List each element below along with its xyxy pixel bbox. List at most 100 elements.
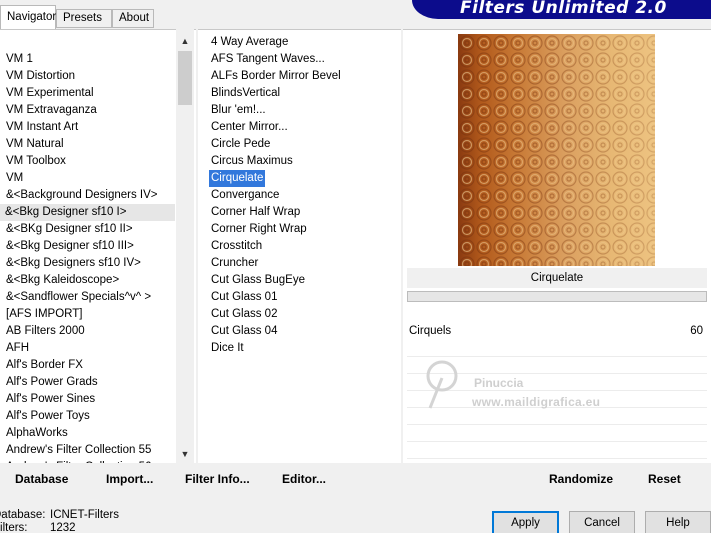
tab-about[interactable]: About	[112, 9, 154, 28]
category-item[interactable]: VM Instant Art	[6, 119, 78, 136]
pattern-ring	[563, 122, 575, 134]
filter-item[interactable]: Cut Glass 04	[209, 323, 279, 340]
pattern-ring	[532, 57, 538, 63]
filter-item[interactable]: Dice It	[209, 340, 246, 357]
category-item[interactable]: Alf's Border FX	[6, 357, 83, 374]
pattern-ring	[478, 173, 490, 185]
pattern-ring	[614, 258, 626, 266]
help-button[interactable]: Help	[645, 511, 711, 533]
filter-item[interactable]: ALFs Border Mirror Bevel	[209, 68, 343, 85]
pattern-ring	[583, 57, 589, 63]
category-item[interactable]: Alf's Power Toys	[6, 408, 90, 425]
pattern-ring	[600, 40, 606, 46]
filter-item[interactable]: Center Mirror...	[209, 119, 290, 136]
pattern-ring	[617, 261, 623, 266]
filter-item[interactable]: 4 Way Average	[209, 34, 290, 51]
pattern-ring	[631, 88, 643, 100]
filter-item[interactable]: Circus Maximus	[209, 153, 295, 170]
tab-navigator[interactable]: Navigator	[0, 5, 56, 29]
category-item[interactable]: AlphaWorks	[6, 425, 68, 442]
filter-item[interactable]: Convergance	[209, 187, 281, 204]
filter-item[interactable]: AFS Tangent Waves...	[209, 51, 327, 68]
filter-item[interactable]: BlindsVertical	[209, 85, 282, 102]
pattern-ring	[478, 88, 490, 100]
scroll-thumb[interactable]	[178, 51, 192, 105]
category-item[interactable]: &<Bkg Designer sf10 I>	[0, 204, 175, 221]
pattern-ring	[478, 241, 490, 253]
pattern-ring	[583, 244, 589, 250]
filter-item[interactable]: Cut Glass BugEye	[209, 272, 307, 289]
category-item[interactable]: &<Bkg Designers sf10 IV>	[6, 255, 141, 272]
pattern-ring	[481, 108, 487, 114]
filter-list[interactable]: 4 Way Average AFS Tangent Waves... ALFs Bo…	[198, 29, 401, 463]
category-item[interactable]: Alf's Power Sines	[6, 391, 95, 408]
filter-info-button[interactable]: Filter Info...	[185, 472, 250, 486]
category-item[interactable]: &<BKg Designer sf10 II>	[6, 221, 133, 238]
pattern-ring	[515, 159, 521, 165]
database-button[interactable]: Database	[15, 472, 68, 486]
pattern-ring	[498, 261, 504, 266]
filter-item[interactable]: Circle Pede	[209, 136, 272, 153]
category-item[interactable]: VM 1	[6, 51, 33, 68]
pattern-ring	[478, 71, 490, 83]
pattern-ring	[478, 258, 490, 266]
category-item[interactable]: VM	[6, 170, 23, 187]
category-item[interactable]: &<Bkg Kaleidoscope>	[6, 272, 119, 289]
pattern-ring	[566, 227, 572, 233]
scroll-down-icon[interactable]: ▼	[176, 446, 194, 463]
category-item[interactable]: &<Background Designers IV>	[6, 187, 158, 204]
category-item[interactable]: Andrew's Filter Collection 55	[6, 442, 151, 459]
pattern-ring	[529, 241, 541, 253]
filter-item[interactable]: Corner Half Wrap	[209, 204, 302, 221]
editor-button[interactable]: Editor...	[282, 472, 326, 486]
import-button[interactable]: Import...	[106, 472, 153, 486]
pattern-ring	[549, 40, 555, 46]
category-list[interactable]: VM 1 VM Distortion VM Experimental VM Extra…	[0, 29, 196, 463]
category-scrollbar[interactable]: ▲ ▼	[176, 29, 194, 463]
randomize-button[interactable]: Randomize	[549, 472, 613, 486]
filter-item[interactable]: Blur 'em!...	[209, 102, 268, 119]
pattern-ring	[634, 227, 640, 233]
category-item[interactable]: VM Extravaganza	[6, 102, 97, 119]
category-item[interactable]: VM Experimental	[6, 85, 94, 102]
category-item[interactable]: AB Filters 2000	[6, 323, 85, 340]
filter-item[interactable]: Cut Glass 01	[209, 289, 279, 306]
apply-button[interactable]: Apply	[492, 511, 559, 533]
filter-item[interactable]: Crosstitch	[209, 238, 264, 255]
pattern-ring	[634, 159, 640, 165]
pattern-ring	[631, 37, 643, 49]
filter-item[interactable]: Cruncher	[209, 255, 260, 272]
pattern-ring	[614, 156, 626, 168]
pattern-ring	[617, 74, 623, 80]
pattern-ring	[481, 125, 487, 131]
category-item[interactable]: VM Distortion	[6, 68, 75, 85]
category-item[interactable]: VM Natural	[6, 136, 64, 153]
pattern-ring	[498, 57, 504, 63]
category-item[interactable]: [AFS IMPORT]	[6, 306, 82, 323]
filter-item[interactable]: Cut Glass 02	[209, 306, 279, 323]
pattern-ring	[515, 227, 521, 233]
filter-item[interactable]: Cirquelate	[209, 170, 266, 187]
reset-button[interactable]: Reset	[648, 472, 681, 486]
category-item[interactable]: AFH	[6, 340, 29, 357]
pattern-ring	[597, 54, 609, 66]
control-slider-cirquels[interactable]: Cirquels 60	[407, 323, 707, 340]
category-item[interactable]: Alf's Power Grads	[6, 374, 98, 391]
cancel-button[interactable]: Cancel	[569, 511, 635, 533]
category-item[interactable]: &<Bkg Designer sf10 III>	[6, 238, 134, 255]
tab-presets[interactable]: Presets	[56, 9, 112, 28]
category-item[interactable]: &<Sandflower Specials^v^ >	[6, 289, 151, 306]
cirquelate-pattern	[459, 35, 655, 266]
pattern-ring	[481, 227, 487, 233]
pattern-ring	[566, 125, 572, 131]
category-item[interactable]: VM Toolbox	[6, 153, 66, 170]
scroll-up-icon[interactable]: ▲	[176, 33, 194, 50]
pattern-ring	[546, 207, 558, 219]
control-slot	[407, 443, 707, 459]
category-item[interactable]: Andrew's Filter Collection 56	[6, 459, 151, 463]
pattern-ring	[617, 91, 623, 97]
filter-item[interactable]: Corner Right Wrap	[209, 221, 309, 238]
pattern-ring	[512, 105, 524, 117]
pattern-ring	[631, 224, 643, 236]
pattern-ring	[481, 244, 487, 250]
